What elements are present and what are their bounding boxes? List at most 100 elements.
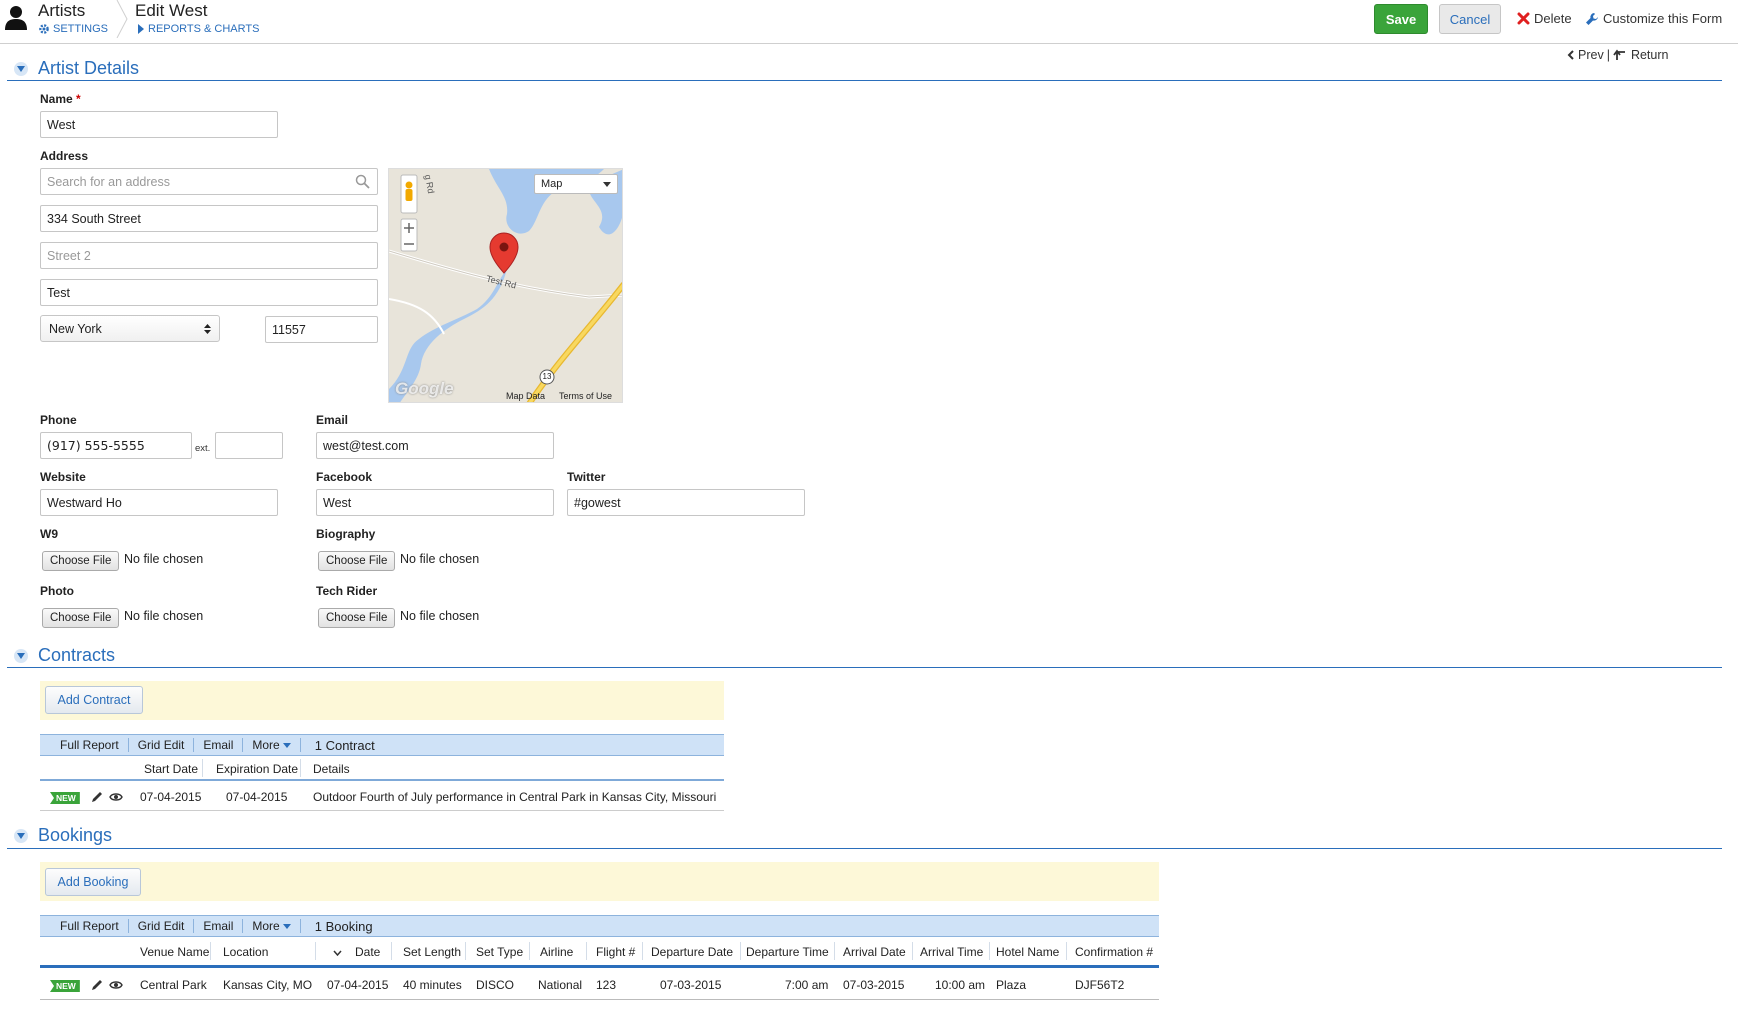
biography-file-status: No file chosen (400, 552, 480, 566)
contracts-grid-edit-link[interactable]: Grid Edit (129, 738, 195, 752)
play-icon (138, 24, 144, 34)
cell-arrival-time: 10:00 am (935, 978, 986, 992)
contracts-title: Contracts (38, 645, 116, 665)
col-details[interactable]: Details (313, 762, 350, 776)
name-input[interactable] (40, 111, 278, 138)
search-icon[interactable] (355, 174, 370, 189)
terms-of-use-link[interactable]: Terms of Use (559, 391, 612, 401)
pencil-icon[interactable] (90, 791, 103, 804)
facebook-input[interactable] (316, 489, 554, 516)
col-date[interactable]: Date (355, 945, 380, 959)
user-icon (4, 4, 28, 30)
w9-choose-file-button[interactable]: Choose File (42, 551, 120, 571)
cell-date: 07-04-2015 (327, 978, 389, 992)
route-number: 13 (542, 372, 552, 381)
wrench-icon (1586, 12, 1598, 25)
twitter-input[interactable] (567, 489, 805, 516)
return-link[interactable]: Return (1613, 48, 1669, 62)
prev-link[interactable]: Prev (1567, 48, 1604, 62)
close-icon (1517, 12, 1530, 25)
contracts-header[interactable]: Contracts (14, 645, 115, 666)
eye-icon[interactable] (109, 792, 123, 802)
customize-form-button[interactable]: Customize this Form (1585, 11, 1722, 26)
w9-label: W9 (40, 527, 58, 541)
email-label: Email (316, 413, 349, 427)
photo-choose-file-button[interactable]: Choose File (42, 608, 120, 628)
map-data-link[interactable]: Map Data (506, 391, 545, 401)
collapse-toggle-icon (14, 648, 28, 663)
w9-file-status: No file chosen (124, 552, 204, 566)
cell-venue-name: Central Park (140, 978, 207, 992)
col-airline[interactable]: Airline (540, 945, 573, 959)
delete-label: Delete (1534, 11, 1572, 26)
col-set-type[interactable]: Set Type (476, 945, 523, 959)
add-booking-button[interactable]: Add Booking (45, 868, 141, 896)
col-arrival-time[interactable]: Arrival Time (920, 945, 983, 959)
address-search-input[interactable] (40, 168, 378, 195)
save-button[interactable]: Save (1374, 4, 1428, 34)
biography-choose-file-button[interactable]: Choose File (318, 551, 396, 571)
bookings-full-report-link[interactable]: Full Report (51, 919, 129, 933)
biography-label: Biography (316, 527, 376, 541)
address-map[interactable]: Map Test Rd g Rd 13 Google Map Data Term… (388, 168, 623, 403)
facebook-label: Facebook (316, 470, 373, 484)
contracts-full-report-link[interactable]: Full Report (51, 738, 129, 752)
city-input[interactable] (40, 279, 378, 306)
chevron-down-icon (282, 923, 291, 929)
add-contract-button[interactable]: Add Contract (45, 686, 143, 714)
breadcrumb-artists-title[interactable]: Artists (38, 1, 85, 21)
contracts-more-dropdown[interactable]: More (243, 738, 301, 752)
col-departure-time[interactable]: Departure Time (746, 945, 829, 959)
col-confirmation[interactable]: Confirmation # (1075, 945, 1153, 959)
col-start-date[interactable]: Start Date (144, 762, 198, 776)
bookings-email-link[interactable]: Email (194, 919, 244, 933)
bookings-grid-edit-link[interactable]: Grid Edit (129, 919, 195, 933)
col-expiration-date[interactable]: Expiration Date (216, 762, 298, 776)
artist-details-header[interactable]: Artist Details (14, 58, 139, 79)
cell-departure-time: 7:00 am (785, 978, 829, 992)
sort-chevron-down-icon[interactable] (333, 950, 342, 956)
col-departure-date[interactable]: Departure Date (651, 945, 733, 959)
email-input[interactable] (316, 432, 554, 459)
eye-icon[interactable] (109, 980, 123, 990)
bookings-header[interactable]: Bookings (14, 825, 112, 846)
col-set-length[interactable]: Set Length (403, 945, 461, 959)
cell-location: Kansas City, MO (223, 978, 313, 992)
col-location[interactable]: Location (223, 945, 268, 959)
phone-ext-input[interactable] (215, 432, 283, 459)
col-flight[interactable]: Flight # (596, 945, 635, 959)
street1-input[interactable] (40, 205, 378, 232)
cell-details: Outdoor Fourth of July performance in Ce… (313, 790, 717, 804)
bookings-more-dropdown[interactable]: More (243, 919, 301, 933)
reports-charts-link[interactable]: REPORTS & CHARTS (137, 23, 259, 35)
cell-set-length: 40 minutes (403, 978, 462, 992)
col-hotel-name[interactable]: Hotel Name (996, 945, 1059, 959)
tech-rider-choose-file-button[interactable]: Choose File (318, 608, 396, 628)
table-row[interactable]: NEW Central Park Kansas City, MO 07-04-2… (40, 968, 1159, 1000)
cell-expiration-date: 07-04-2015 (226, 790, 288, 804)
chevron-down-icon (603, 181, 611, 187)
gear-icon (39, 24, 49, 34)
street2-input[interactable] (40, 242, 378, 269)
state-select[interactable]: New York (40, 315, 220, 342)
cell-confirmation: DJF56T2 (1075, 978, 1125, 992)
phone-input[interactable] (40, 432, 192, 459)
return-label: Return (1630, 48, 1669, 62)
tech-rider-label: Tech Rider (316, 584, 378, 598)
contracts-email-link[interactable]: Email (194, 738, 244, 752)
pencil-icon[interactable] (90, 979, 103, 992)
prev-label: Prev (1578, 48, 1604, 62)
photo-file-status: No file chosen (124, 609, 204, 623)
zip-input[interactable] (265, 316, 378, 343)
col-venue-name[interactable]: Venue Name (140, 945, 209, 959)
settings-link[interactable]: SETTINGS (38, 23, 108, 35)
select-arrows-icon (204, 323, 211, 334)
cancel-button[interactable]: Cancel (1439, 4, 1501, 34)
table-row[interactable]: NEW 07-04-2015 07-04-2015 Outdoor Fourth… (40, 781, 724, 811)
cell-airline: National (538, 978, 583, 992)
website-input[interactable] (40, 489, 278, 516)
delete-button[interactable]: Delete (1517, 11, 1572, 26)
settings-label: SETTINGS (53, 23, 109, 35)
map-type-dropdown[interactable]: Map (534, 174, 618, 194)
col-arrival-date[interactable]: Arrival Date (843, 945, 906, 959)
